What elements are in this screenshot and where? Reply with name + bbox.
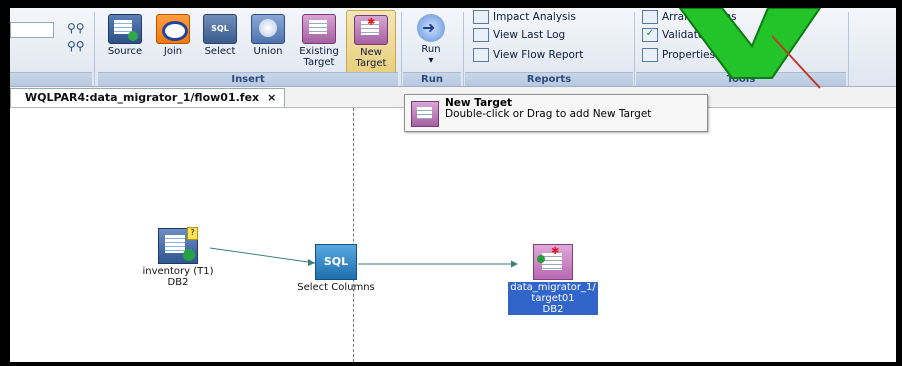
new-target-button[interactable]: ✱ New Target: [346, 10, 396, 76]
properties-label: Properties: [662, 49, 716, 61]
target-node-line3: DB2: [542, 304, 564, 315]
tab-title: WQLPAR4:data_migrator_1/flow01.fex: [25, 91, 260, 104]
separator: [94, 12, 95, 86]
sql-node-icon: SQL: [315, 244, 357, 280]
select-button[interactable]: SQL Select: [200, 14, 240, 57]
ribbon: ⚲⚲ ⚲⚲ Source Join SQL Select Union Exist…: [10, 8, 896, 87]
impact-analysis-icon: [473, 10, 489, 24]
run-group-label: Run: [403, 72, 461, 86]
join-label: Join: [163, 46, 183, 57]
target-node-line2: target01: [531, 293, 575, 304]
target-node-line1: data_migrator_1/: [510, 282, 596, 293]
sql-icon: SQL: [203, 14, 237, 44]
left-group-label: [10, 72, 92, 86]
source-node-type: DB2: [167, 277, 189, 288]
view-last-log-label: View Last Log: [493, 29, 566, 41]
properties-item[interactable]: Properties: [642, 48, 715, 63]
search-box[interactable]: [10, 22, 54, 38]
db-source-icon: [108, 14, 142, 44]
source-button[interactable]: Source: [103, 14, 147, 57]
close-tab-icon[interactable]: ×: [267, 91, 276, 104]
validate-label: Validate: [662, 29, 705, 41]
tools-group-label: Tools: [636, 72, 846, 86]
run-arrow-icon: ➜: [417, 14, 445, 42]
flow-canvas[interactable]: ? inventory (T1) DB2 SQL Select Columns …: [10, 108, 896, 362]
flow-report-icon: [473, 48, 489, 62]
find-icon[interactable]: ⚲⚲: [67, 22, 85, 35]
new-target-icon: ✱: [354, 15, 388, 45]
join-button[interactable]: Join: [152, 14, 194, 57]
existing-target-label: Existing Target: [299, 46, 339, 68]
select-columns-node[interactable]: SQL Select Columns: [294, 244, 378, 293]
union-button[interactable]: Union: [248, 14, 288, 57]
new-target-tooltip: New Target Double-click or Drag to add N…: [404, 94, 708, 132]
log-icon: [473, 28, 489, 42]
impact-analysis-label: Impact Analysis: [493, 11, 576, 23]
validate-check-icon: ✓: [642, 28, 658, 42]
screenshot-frame: ⚲⚲ ⚲⚲ Source Join SQL Select Union Exist…: [0, 0, 902, 366]
new-target-label: New Target: [355, 47, 387, 69]
arrange-icon: [642, 10, 658, 24]
union-label: Union: [253, 46, 283, 57]
select-label: Select: [204, 46, 236, 57]
separator: [401, 12, 402, 86]
run-dropdown-icon[interactable]: ▾: [428, 55, 433, 66]
existing-target-button[interactable]: Existing Target: [294, 14, 344, 68]
arrange-items-label: Arrange Items: [662, 11, 737, 23]
find-next-icon[interactable]: ⚲⚲: [67, 40, 85, 53]
arrange-items-item[interactable]: Arrange Items: [642, 10, 737, 25]
select-columns-label: Select Columns: [297, 282, 375, 293]
view-flow-report-item[interactable]: View Flow Report: [473, 48, 583, 63]
db-table-icon: ?: [158, 227, 198, 264]
impact-analysis-item[interactable]: Impact Analysis: [473, 10, 576, 25]
reports-group-label: Reports: [465, 72, 633, 86]
view-flow-report-label: View Flow Report: [493, 49, 584, 61]
run-label: Run: [421, 44, 441, 55]
insert-group-label: Insert: [98, 72, 398, 86]
separator: [848, 12, 849, 86]
app-window: ⚲⚲ ⚲⚲ Source Join SQL Select Union Exist…: [10, 8, 896, 362]
target-node-label: data_migrator_1/ target01 DB2: [508, 282, 598, 315]
target-node[interactable]: ✱ data_migrator_1/ target01 DB2: [492, 244, 614, 315]
tab-flow01[interactable]: WQLPAR4:data_migrator_1/flow01.fex ×: [10, 88, 286, 107]
target-table-icon: ✱: [533, 244, 573, 280]
run-button[interactable]: ➜ Run ▾: [408, 14, 454, 66]
validate-item[interactable]: ✓ Validate: [642, 28, 704, 43]
new-target-tooltip-icon: [411, 101, 439, 127]
join-icon: [156, 14, 190, 44]
separator: [463, 12, 464, 86]
source-node[interactable]: ? inventory (T1) DB2: [138, 227, 218, 288]
view-last-log-item[interactable]: View Last Log: [473, 28, 565, 43]
source-label: Source: [107, 46, 143, 57]
properties-icon: [642, 48, 658, 62]
union-icon: [251, 14, 285, 44]
tooltip-description: Double-click or Drag to add New Target: [445, 108, 652, 120]
separator: [634, 12, 635, 86]
source-node-name: inventory (T1): [142, 266, 214, 277]
existing-target-icon: [302, 14, 336, 44]
